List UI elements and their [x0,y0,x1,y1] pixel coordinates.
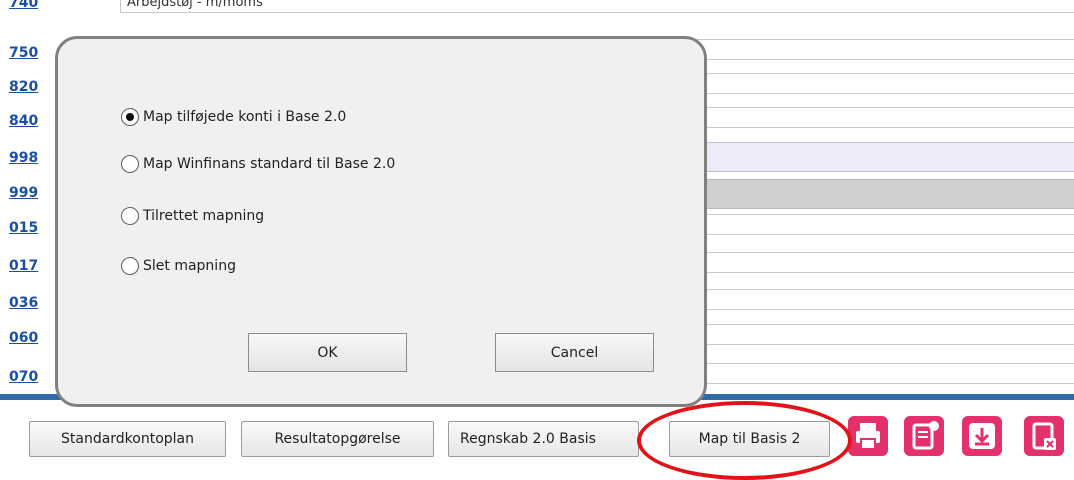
option-label: Map tilføjede konti i Base 2.0 [143,109,347,125]
account-code-link[interactable]: 999 [9,185,38,201]
radio-button[interactable] [121,155,139,173]
account-code-link[interactable]: 750 [9,45,38,61]
download-icon[interactable] [962,416,1002,456]
account-code-link[interactable]: 070 [9,369,38,385]
map-til-basis-button[interactable]: Map til Basis 2 [669,421,830,457]
account-name-field[interactable]: Arbejdstøj - m/moms [120,0,1074,13]
resultatopgorelse-button[interactable]: Resultatopgørelse [241,421,434,457]
account-code-link[interactable]: 060 [9,330,38,346]
ok-button[interactable]: OK [248,333,407,372]
account-code-link[interactable]: 017 [9,258,38,274]
account-code-link[interactable]: 820 [9,79,38,95]
radio-button[interactable] [121,108,139,126]
account-code-link[interactable]: 740 [9,0,38,11]
option-label: Map Winfinans standard til Base 2.0 [143,156,396,172]
option-label: Slet mapning [143,258,236,274]
cancel-button[interactable]: Cancel [495,333,654,372]
new-document-icon[interactable] [904,416,944,456]
account-code-link[interactable]: 998 [9,150,38,166]
mapping-dialog: Map tilføjede konti i Base 2.0 Map Winfi… [55,36,707,407]
regnskab-basis-button[interactable]: Regnskab 2.0 Basis [448,421,639,457]
close-document-icon[interactable] [1024,416,1064,456]
bottom-toolbar: Standardkontoplan Resultatopgørelse Regn… [0,400,1074,477]
radio-button[interactable] [121,257,139,275]
radio-button[interactable] [121,207,139,225]
account-code-link[interactable]: 015 [9,220,38,236]
standardkontoplan-button[interactable]: Standardkontoplan [29,421,226,457]
account-code-link[interactable]: 840 [9,113,38,129]
print-icon[interactable] [848,416,888,456]
account-code-link[interactable]: 036 [9,295,38,311]
option-label: Tilrettet mapning [143,208,265,224]
